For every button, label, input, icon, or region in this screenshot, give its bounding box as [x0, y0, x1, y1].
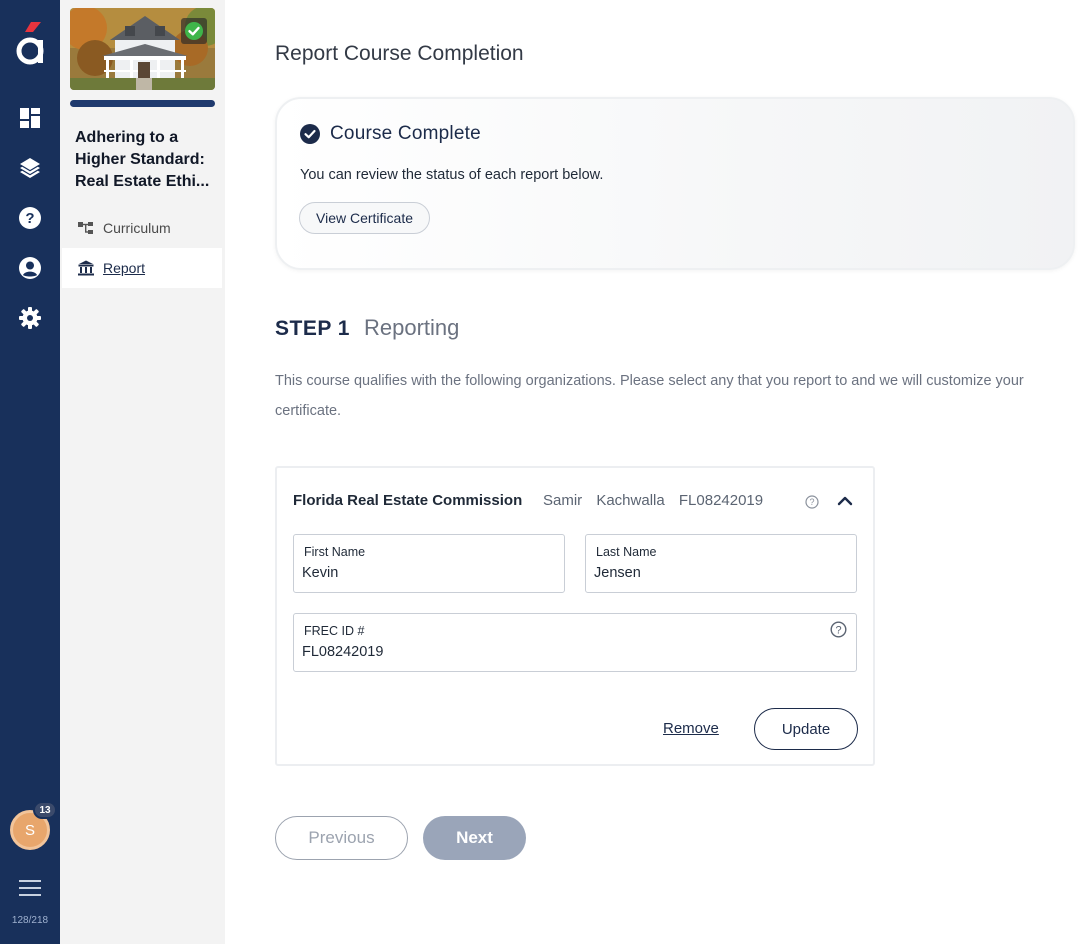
svg-text:?: ?	[809, 497, 814, 507]
sidebar-item-label: Report	[103, 260, 146, 276]
completed-check-icon	[181, 18, 207, 44]
remove-link[interactable]: Remove	[663, 720, 719, 737]
curriculum-tree-icon	[78, 222, 93, 234]
menu-icon[interactable]	[18, 876, 42, 900]
app-rail: ? S 13 128/218	[0, 0, 60, 944]
course-title-line: Higher Standard:	[75, 151, 205, 168]
course-sidebar: Adhering to a Higher Standard: Real Esta…	[60, 0, 225, 944]
course-complete-heading: Course Complete	[330, 123, 481, 144]
check-circle-icon	[300, 124, 320, 144]
next-button[interactable]: Next	[423, 816, 526, 860]
sidebar-item-report[interactable]: Report	[62, 248, 222, 288]
brand-logo-icon[interactable]	[13, 20, 47, 68]
last-name-field[interactable]: Last Name	[585, 534, 857, 593]
step-description: This course qualifies with the following…	[275, 373, 1024, 419]
first-name-label: First Name	[304, 545, 366, 559]
update-button[interactable]: Update	[754, 708, 858, 750]
previous-button[interactable]: Previous	[275, 816, 408, 860]
layers-icon[interactable]	[18, 156, 42, 180]
notification-badge: 13	[33, 801, 57, 819]
chevron-up-icon[interactable]	[836, 492, 854, 510]
organization-name[interactable]: Florida Real Estate Commission	[293, 492, 522, 509]
frec-id-field[interactable]: FREC ID # ?	[293, 613, 857, 672]
svg-text:?: ?	[835, 624, 841, 636]
organization-summary: Samir Kachwalla FL08242019	[543, 492, 764, 509]
course-title: Adhering to a Higher Standard: Real Esta…	[75, 127, 220, 193]
course-title-line: Real Estate Ethi...	[75, 173, 210, 190]
frec-id-input[interactable]	[302, 644, 808, 660]
sidebar-item-curriculum[interactable]: Curriculum	[62, 208, 222, 248]
first-name-input[interactable]	[302, 565, 545, 581]
course-complete-header: Course Complete	[300, 123, 481, 145]
help-icon[interactable]: ?	[805, 495, 819, 509]
view-certificate-button[interactable]: View Certificate	[299, 202, 431, 234]
last-name-input[interactable]	[594, 565, 837, 581]
last-name-label: Last Name	[596, 545, 657, 559]
step-label: STEP 1	[275, 317, 350, 340]
course-progress-count: 128/218	[11, 915, 49, 926]
course-thumbnail[interactable]	[70, 8, 215, 90]
organization-card: Florida Real Estate Commission Samir Kac…	[275, 466, 875, 766]
step-header: STEP 1 Reporting	[275, 315, 459, 341]
first-name-field[interactable]: First Name	[293, 534, 565, 593]
svg-text:?: ?	[25, 210, 34, 227]
settings-icon[interactable]	[18, 306, 42, 330]
course-title-line: Adhering to a	[75, 129, 179, 146]
course-progress-bar	[70, 100, 215, 107]
course-complete-card: Course Complete You can review the statu…	[275, 97, 1075, 270]
course-complete-description: You can review the status of each report…	[300, 167, 604, 183]
step-name: Reporting	[363, 315, 460, 340]
dashboard-icon[interactable]	[18, 106, 42, 130]
user-avatar-wrapper[interactable]: S 13	[10, 801, 57, 850]
help-icon[interactable]: ?	[18, 206, 42, 230]
institution-icon	[78, 260, 94, 276]
account-icon[interactable]	[18, 256, 42, 280]
help-icon[interactable]: ?	[830, 621, 847, 638]
sidebar-item-label: Curriculum	[103, 220, 171, 236]
page-title: Report Course Completion	[275, 42, 524, 65]
frec-id-label: FREC ID #	[304, 624, 365, 638]
